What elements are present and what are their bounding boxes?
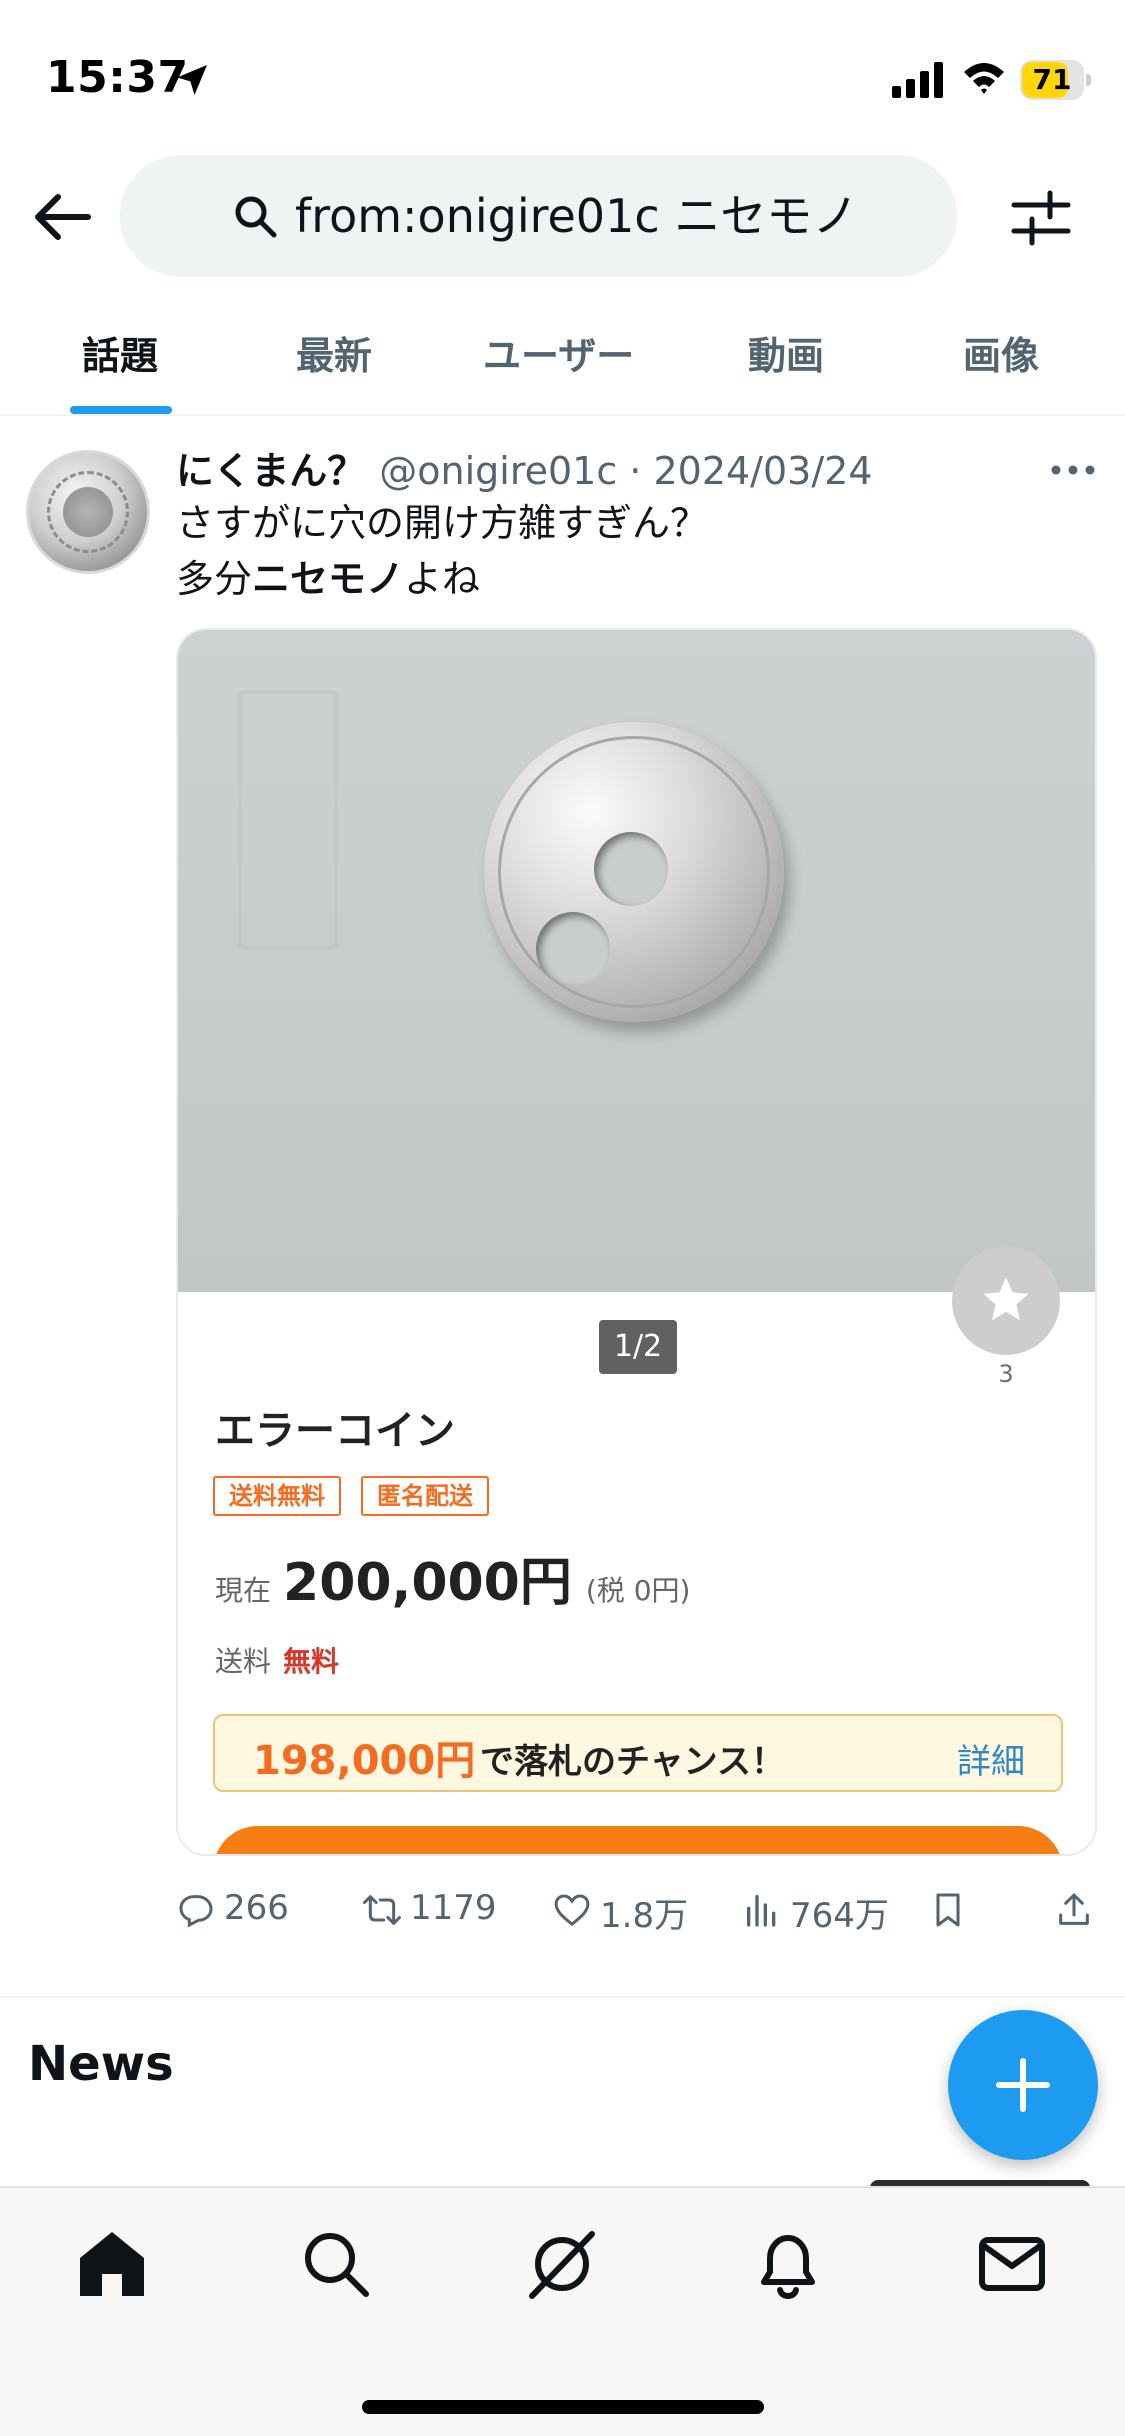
tax-note: (税 0円)	[585, 1574, 691, 1607]
tweet-text-segment: 多分	[176, 557, 253, 601]
favorite-count: 3	[998, 1360, 1014, 1388]
search-input[interactable]: from:onigire01c ニセモノ	[120, 155, 957, 277]
price-row: 現在 200,000円 (税 0円)	[215, 1540, 691, 1613]
analytics-icon	[747, 1895, 776, 1927]
status-time: 15:37	[46, 52, 189, 103]
search-icon[interactable]	[298, 2226, 374, 2302]
current-price: 200,000円	[283, 1553, 572, 1613]
like-count: 1.8万	[600, 1896, 689, 1936]
active-tab-indicator	[70, 406, 172, 414]
tweet-text-line2: 多分ニセモノよね	[176, 551, 1076, 607]
compose-post-button[interactable]	[948, 2010, 1098, 2160]
tab-top[interactable]: 話題	[82, 326, 158, 386]
display-name[interactable]: にくまん？	[176, 449, 365, 493]
retweet-icon	[363, 1895, 401, 1925]
auction-screenshot-card[interactable]: 3 1/2 エラーコイン 送料無料 匿名配送 現在 200,000円 (税 0円) …	[176, 628, 1097, 1856]
badge-anonymous-delivery: 匿名配送	[361, 1476, 489, 1516]
retweet-count: 1179	[410, 1888, 497, 1928]
star-icon	[983, 1277, 1029, 1321]
wifi-icon	[964, 63, 1004, 94]
tweet-text-highlight: ニセモノ	[252, 557, 405, 601]
share-button[interactable]	[1054, 1880, 1094, 1940]
tweet-text: さすがに穴の開け方雑すぎん？ 多分ニセモノよね	[176, 495, 1076, 607]
section-divider	[0, 1996, 1125, 1998]
reply-count: 266	[224, 1888, 289, 1928]
plus-icon	[996, 2058, 1050, 2112]
image-pager: 1/2	[599, 1320, 677, 1374]
search-tabs: 話題 最新 ユーザー 動画 画像	[0, 300, 1125, 416]
tab-videos[interactable]: 動画	[748, 326, 824, 386]
shipping-value: 無料	[283, 1645, 340, 1678]
shipping-label: 送料	[215, 1645, 272, 1678]
bookmark-icon	[936, 1893, 960, 1927]
chance-amount: 198,000円	[253, 1738, 476, 1784]
status-bar: 15:37 71	[0, 0, 1125, 150]
news-heading: News	[28, 2036, 174, 2092]
shipping-row: 送料 無料	[215, 1640, 339, 1680]
battery-level: 71	[1032, 63, 1072, 96]
reply-icon	[179, 1895, 213, 1928]
heart-icon	[554, 1894, 590, 1927]
handle-and-date[interactable]: @onigire01c · 2024/03/24	[379, 449, 872, 493]
share-icon	[1059, 1893, 1089, 1925]
coin-image	[484, 722, 784, 1022]
price-label: 現在	[215, 1574, 272, 1607]
favorite-star-button[interactable]	[952, 1247, 1060, 1355]
back-arrow-icon[interactable]	[30, 185, 94, 249]
bookmark-button[interactable]	[928, 1880, 968, 1940]
home-indicator	[362, 2400, 764, 2414]
tweet-text-line1: さすがに穴の開け方雑すぎん？	[176, 501, 709, 545]
item-title: エラーコイン	[215, 1408, 455, 1454]
tweet-text-segment: よね	[404, 557, 481, 601]
coin-photo[interactable]	[178, 630, 1095, 1292]
tab-people[interactable]: ユーザー	[483, 326, 634, 386]
grok-icon[interactable]	[524, 2226, 600, 2302]
buyout-chance-banner: 198,000円 で落札のチャンス！ 詳細	[213, 1714, 1063, 1792]
chance-text: で落札のチャンス！	[480, 1742, 785, 1782]
filter-icon[interactable]	[1008, 185, 1074, 251]
bid-button	[213, 1826, 1063, 1854]
view-count: 764万	[790, 1896, 889, 1936]
battery-icon: 71	[1020, 60, 1091, 100]
tweet-header: にくまん？ @onigire01c · 2024/03/24	[176, 440, 1056, 500]
search-icon	[235, 196, 277, 238]
more-options-icon[interactable]	[1048, 455, 1098, 485]
badge-free-shipping: 送料無料	[213, 1476, 341, 1516]
location-arrow-icon	[177, 65, 207, 95]
tab-images[interactable]: 画像	[963, 326, 1039, 386]
details-link[interactable]: 詳細	[957, 1734, 1025, 1783]
bottom-navigation	[0, 2186, 1125, 2436]
avatar[interactable]	[26, 450, 150, 574]
search-query-text: from:onigire01c ニセモノ	[295, 189, 859, 243]
cellular-signal-icon	[892, 62, 943, 98]
messages-envelope-icon[interactable]	[974, 2226, 1050, 2302]
tweet-actions: 266 1179 1.8万 764万	[176, 1880, 1096, 1940]
notifications-bell-icon[interactable]	[750, 2226, 826, 2302]
home-icon[interactable]	[74, 2226, 150, 2302]
tab-latest[interactable]: 最新	[296, 326, 372, 386]
